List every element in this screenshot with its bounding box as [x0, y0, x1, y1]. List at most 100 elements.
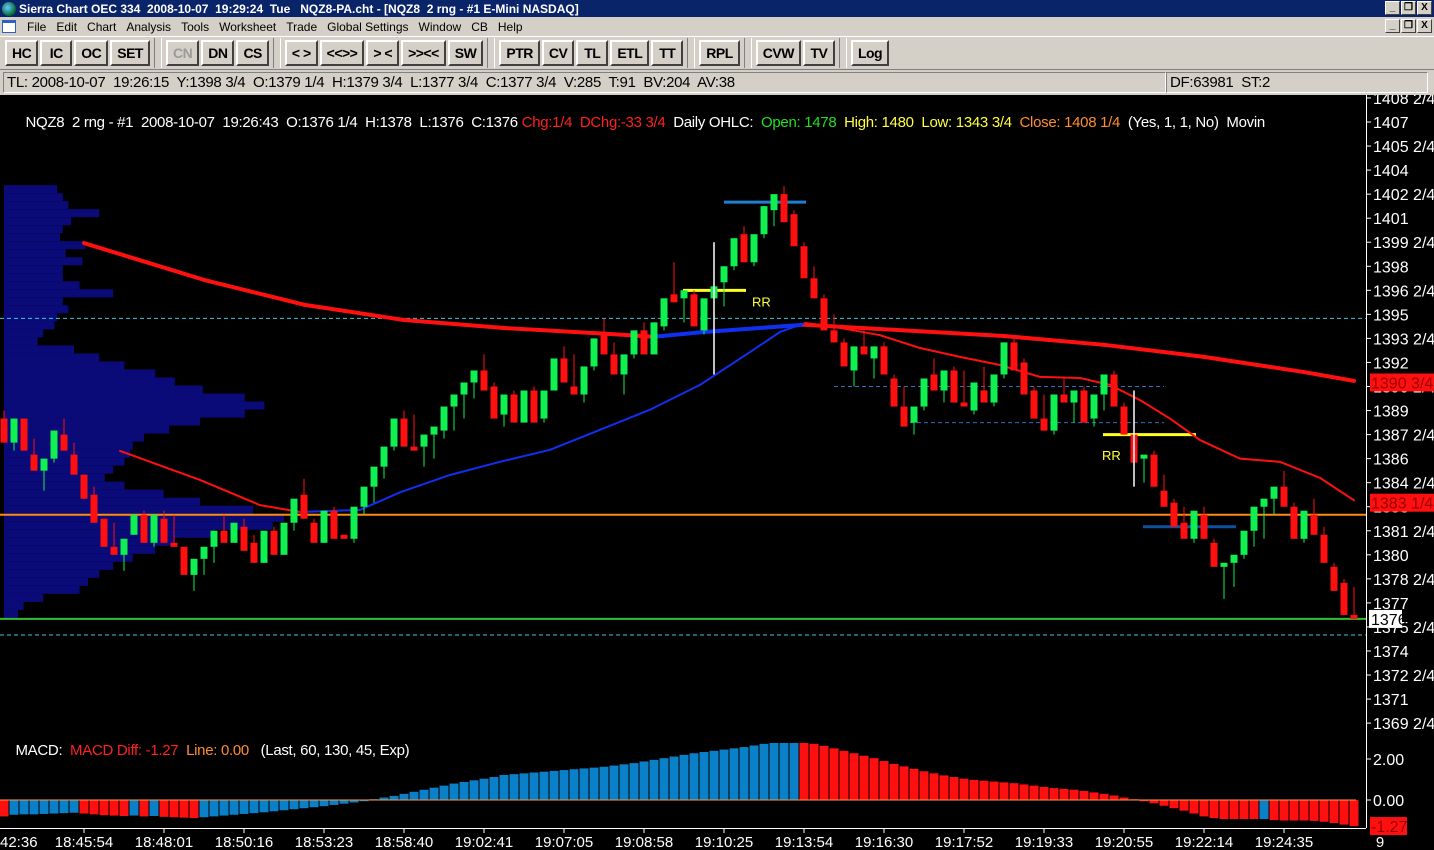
candle-body — [210, 530, 218, 547]
volume-profile-bar — [4, 209, 100, 218]
menu-analysis[interactable]: Analysis — [121, 20, 176, 34]
toolbar-button-log[interactable]: Log — [850, 40, 890, 66]
macd-histogram-bar — [559, 770, 569, 800]
toolbar-button-tl[interactable]: TL — [576, 40, 609, 66]
candle-body — [1010, 342, 1018, 371]
volume-profile-bar — [4, 553, 133, 562]
time-tick-label: 19:08:58 — [615, 834, 673, 850]
candle-body — [1000, 342, 1008, 375]
macd-histogram-bar — [629, 763, 639, 800]
macd-histogram-bar — [1319, 800, 1329, 822]
toolbar-button-cs[interactable]: CS — [236, 40, 269, 66]
toolbar-button-tt[interactable]: TT — [651, 40, 684, 66]
macd-histogram-bar — [779, 743, 789, 800]
candle-body — [720, 266, 728, 283]
macd-histogram-bar — [1339, 800, 1349, 825]
candle-body — [220, 530, 228, 543]
fast-moving-average-segment — [1169, 417, 1201, 442]
daily-close: Close: 1408 1/4 — [1015, 114, 1124, 131]
volume-profile-bar — [4, 321, 55, 330]
menu-global-settings[interactable]: Global Settings — [322, 20, 413, 34]
child-restore-button[interactable]: ❐ — [1401, 19, 1416, 33]
document-icon[interactable] — [2, 20, 16, 33]
toolbar-button-oc[interactable]: OC — [74, 40, 109, 66]
volume-profile-bar — [4, 353, 100, 362]
toolbar-button-ptr[interactable]: PTR — [499, 40, 540, 66]
toolbar-separator — [687, 38, 696, 68]
minimize-button[interactable]: _ — [1385, 1, 1400, 15]
toolbar-button-rpl[interactable]: RPL — [699, 40, 740, 66]
toolbar-button-etl[interactable]: ETL — [610, 40, 650, 66]
candle-body — [1140, 454, 1148, 459]
restore-button[interactable]: ❐ — [1401, 1, 1416, 15]
toolbar-button-dn[interactable]: DN — [201, 40, 235, 66]
menu-cb[interactable]: CB — [466, 20, 493, 34]
macd-histogram-bar — [679, 754, 689, 800]
toolbar-button-tv[interactable]: TV — [802, 40, 835, 66]
volume-profile-bar — [4, 377, 175, 386]
volume-profile-bar — [4, 369, 156, 378]
candle-body — [1120, 406, 1128, 435]
macd-histogram-bar — [149, 800, 159, 816]
candle-body — [790, 214, 798, 247]
close-button[interactable]: X — [1417, 1, 1432, 15]
volume-profile-bar — [4, 545, 156, 554]
macd-histogram-bar — [39, 800, 49, 814]
macd-histogram-bar — [1079, 790, 1089, 800]
toolbar-button-nav21[interactable]: <<>> — [319, 40, 365, 66]
toolbar-button-nav20[interactable]: < > — [284, 40, 318, 66]
macd-histogram-bar — [929, 773, 939, 800]
macd-histogram-bar — [499, 774, 509, 800]
macd-histogram-bar — [119, 800, 129, 816]
candle-body — [660, 298, 668, 327]
child-minimize-button[interactable]: _ — [1385, 19, 1400, 33]
candle-body — [750, 234, 758, 263]
menu-chart[interactable]: Chart — [82, 20, 121, 34]
volume-profile-bar — [4, 465, 114, 474]
candle-body — [1310, 514, 1318, 535]
menu-worksheet[interactable]: Worksheet — [214, 20, 281, 34]
menu-help[interactable]: Help — [493, 20, 528, 34]
toolbar-button-cn[interactable]: CN — [165, 40, 200, 66]
menu-file[interactable]: File — [22, 20, 51, 34]
chart-area[interactable]: RR RR 1408 2/4 1407 1405 2/4 1404 1402 2/4 1401… — [0, 95, 1434, 850]
fast-moving-average-segment — [749, 330, 781, 354]
macd-histogram-bar — [1039, 786, 1049, 800]
macd-histogram-bar — [159, 800, 169, 817]
candle-body — [180, 546, 188, 575]
toolbar-button-nav22[interactable]: > < — [366, 40, 400, 66]
fast-moving-average-segment — [1319, 476, 1355, 502]
macd-histogram-bar — [339, 800, 349, 804]
macd-histogram-bar — [949, 777, 959, 800]
macd-histogram-bar — [469, 780, 479, 800]
menu-trade[interactable]: Trade — [281, 20, 322, 34]
time-tick-label: 18:58:40 — [375, 834, 433, 850]
toolbar-button-sw[interactable]: SW — [447, 40, 484, 66]
candle-body — [130, 514, 138, 535]
volume-profile-bar — [4, 577, 88, 586]
price-tick-label: 1396 2/4 — [1373, 283, 1434, 300]
candle-body — [900, 406, 908, 427]
child-close-button[interactable]: X — [1417, 19, 1432, 33]
menu-edit[interactable]: Edit — [51, 20, 82, 34]
slow-moving-average-segment — [652, 329, 706, 339]
macd-histogram-bar — [1299, 800, 1309, 821]
toolbar-button-nav23[interactable]: >><< — [401, 40, 446, 66]
daily-high: High: 1480 — [840, 114, 918, 131]
candle-body — [940, 370, 948, 391]
candle-body — [1290, 506, 1298, 539]
candle-body — [810, 278, 818, 299]
toolbar-button-cv[interactable]: CV — [541, 40, 575, 66]
toolbar-button-ic[interactable]: IC — [40, 40, 73, 66]
toolbar-button-cvw[interactable]: CVW — [755, 40, 801, 66]
macd-histogram-bar — [409, 791, 419, 800]
toolbar-button-set[interactable]: SET — [110, 40, 150, 66]
menu-tools[interactable]: Tools — [176, 20, 214, 34]
volume-profile-bar — [4, 393, 245, 402]
fast-moving-average-segment — [599, 408, 651, 431]
menu-window[interactable]: Window — [414, 20, 467, 34]
toolbar-button-hc[interactable]: HC — [5, 40, 39, 66]
macd-histogram-bar — [519, 773, 529, 800]
candle-body — [350, 506, 358, 539]
time-tick-label: 19:02:41 — [455, 834, 513, 850]
